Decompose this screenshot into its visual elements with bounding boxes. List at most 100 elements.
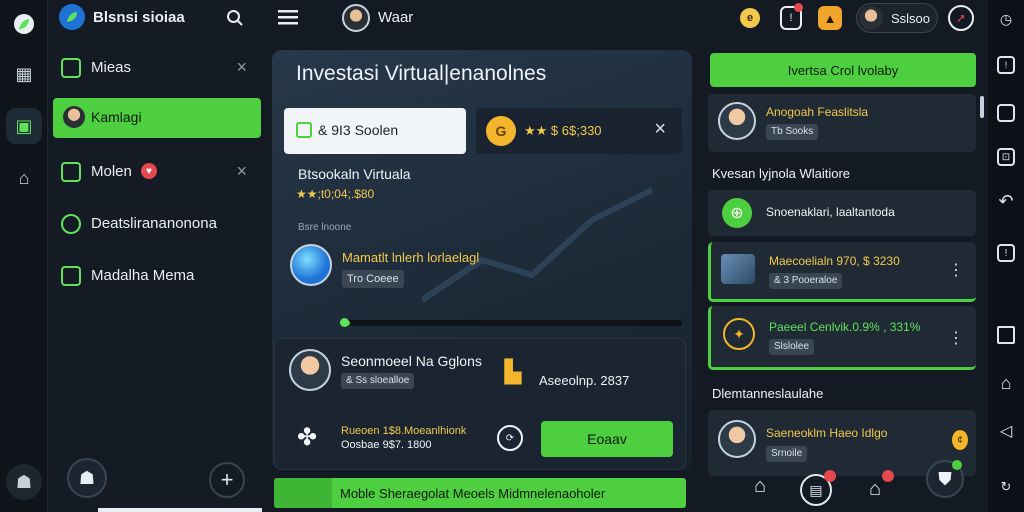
right-column: Ivertsa Crol lvolaby Anogoah Feaslitsla …: [708, 50, 984, 512]
progress-handle[interactable]: [340, 318, 349, 327]
square-icon[interactable]: [997, 104, 1015, 122]
avatar[interactable]: [342, 4, 370, 32]
leaf-icon: [290, 244, 332, 286]
reward-field[interactable]: G ★★ $ 6$;330 ×: [476, 108, 682, 154]
info-icon[interactable]: !: [997, 244, 1015, 262]
search-value: & 9I3 Soolen: [318, 122, 399, 138]
leaf-icon[interactable]: [6, 6, 42, 42]
footer-bar[interactable]: Moble Sheraegolat Meoels Midmnelenaohole…: [274, 478, 686, 508]
list-item-chip: Tb Sooks: [766, 124, 819, 140]
reward-icon[interactable]: ▲: [818, 6, 842, 30]
sidebar-item-deatsli[interactable]: Deatslirananonona: [53, 204, 261, 244]
sidebar-item-label: Madalha Mema: [91, 267, 195, 284]
add-circle-icon: ⊕: [722, 198, 752, 228]
sidebar-item-label: Deatslirananonona: [91, 215, 217, 232]
progress-track: [340, 318, 682, 327]
timer-icon: ⟳: [497, 425, 523, 451]
offer-panel: Seonmoeel Na Gglons & Ss sloealloe ▙ Ase…: [274, 338, 686, 470]
menu-icon[interactable]: [276, 6, 300, 28]
thumbnail-image: [721, 254, 755, 284]
page-title: Investasi Virtual|enanolnes: [296, 62, 547, 85]
house-icon[interactable]: ⌂: [744, 470, 776, 502]
app-logo-icon: [59, 4, 85, 30]
notification-badge: [882, 470, 894, 482]
right-scrollbar[interactable]: [980, 96, 984, 118]
balance-pill[interactable]: Sslsoo: [856, 3, 938, 33]
face-icon[interactable]: ▦: [6, 56, 42, 92]
list-item[interactable]: ✦ Paeeel Cenlvik.0.9% , 331% Slslolee ⋮: [708, 306, 976, 370]
left-rail: ▦ ▣ ⌂ ☗: [0, 0, 48, 512]
offer-action-button[interactable]: Eoaav: [541, 421, 673, 457]
sidebar-item-kamlagi[interactable]: Kamlagi: [53, 98, 261, 138]
sidebar-item-label: Molen: [91, 163, 132, 180]
system-bar: ◷ ! ⊡ ↶ ! ⌂ ◁ ↻: [988, 0, 1024, 512]
list-item-title: Anogoah Feaslitsla: [766, 105, 869, 119]
header-user-label: Waar: [378, 9, 414, 26]
search-icon[interactable]: [223, 6, 247, 30]
wallet-icon: [61, 162, 81, 182]
rotate-icon[interactable]: ↻: [997, 478, 1015, 496]
list-item-chip: & 3 Pooeraloe: [769, 273, 843, 289]
nav-back-icon[interactable]: ◁: [997, 422, 1015, 440]
notification-badge: [824, 470, 836, 482]
more-icon[interactable]: ⋮: [948, 328, 964, 348]
add-icon[interactable]: +: [209, 462, 245, 498]
profile-name: Seonmoeel Na Gglons: [341, 353, 482, 369]
sidebar: Blsnsi sioiaa Mieas × Kamlagi Molen ♥ × …: [49, 0, 262, 512]
avatar: [63, 106, 85, 128]
offer-action-button-label: Eoaav: [587, 431, 627, 447]
list-item-title: Maecoelialn 970, $ 3230: [769, 254, 900, 268]
footer-accent: [274, 478, 332, 508]
section-title: Btsookaln Virtuala: [298, 166, 411, 182]
coin-icon[interactable]: e: [740, 8, 760, 28]
status-badge: [952, 460, 962, 470]
house-icon[interactable]: ⌂: [6, 160, 42, 196]
rating-text: ★★;t0;04;.$80: [296, 187, 375, 201]
profile-shield-icon[interactable]: ☗: [67, 458, 107, 498]
sidebar-item-madalha[interactable]: Madalha Mema: [53, 256, 261, 296]
sidebar-item-label: Mieas: [91, 59, 132, 76]
recents-icon[interactable]: [997, 326, 1015, 344]
avatar: [859, 6, 883, 30]
section-heading: Kvesan lyjnola Wlaitiore: [712, 166, 851, 181]
balance-label: Sslsoo: [891, 11, 931, 26]
audio-icon[interactable]: ◷: [997, 10, 1015, 28]
game-icon[interactable]: ☗: [6, 464, 42, 500]
back-icon[interactable]: ↶: [997, 191, 1015, 211]
list-item-title: Paeeel Cenlvik.0.9% , 331%: [769, 320, 921, 334]
more-icon[interactable]: ⋮: [948, 260, 964, 280]
home-icon[interactable]: ⌂: [997, 373, 1015, 393]
puzzle-icon: ✤: [296, 423, 318, 451]
sidebar-item-mieas[interactable]: Mieas ×: [53, 48, 261, 88]
gold-bars-icon: ▙: [504, 359, 522, 384]
close-icon[interactable]: ×: [236, 57, 247, 78]
wallet-icon: [61, 266, 81, 286]
avatar: [718, 102, 756, 140]
offer-line-2: Oosbae 9$7. 1800: [341, 439, 432, 451]
close-icon[interactable]: ×: [654, 118, 666, 141]
alert-badge: ♥: [141, 163, 157, 179]
list-item[interactable]: Anogoah Feaslitsla Tb Sooks: [708, 94, 976, 152]
window-icon[interactable]: !: [997, 56, 1015, 74]
notification-badge: [794, 3, 803, 12]
search-field[interactable]: & 9I3 Soolen: [284, 108, 466, 154]
small-label: Bsre lnoone: [298, 222, 352, 233]
sidebar-item-molen[interactable]: Molen ♥ ×: [53, 152, 261, 192]
list-item[interactable]: Maecoelialn 970, $ 3230 & 3 Pooeraloe ⋮: [708, 242, 976, 302]
star-icon: ✦: [723, 318, 755, 350]
compass-icon[interactable]: ➚: [948, 5, 974, 31]
home-icon[interactable]: ▣: [6, 108, 42, 144]
offer-line-1: Rueoen 1$8.Moeanlhionk: [341, 425, 467, 437]
avatar: [718, 420, 756, 458]
coin-icon: ¢: [952, 430, 968, 450]
scrollbar[interactable]: [98, 508, 262, 512]
close-icon[interactable]: ×: [236, 161, 247, 182]
cta-label: Ivertsa Crol lvolaby: [787, 62, 899, 78]
profile-amount-text: Aseeolnp. 2837: [539, 373, 630, 388]
screenshot-icon[interactable]: ⊡: [997, 148, 1015, 166]
list-item[interactable]: ⊕ Snoenaklari, laaltantoda: [708, 190, 976, 236]
profile-chip: & Ss sloealloe: [341, 373, 415, 389]
cta-button[interactable]: Ivertsa Crol lvolaby: [710, 53, 976, 87]
list-item-title: Snoenaklari, laaltantoda: [766, 205, 895, 219]
footer-text: Moble Sheraegolat Meoels Midmnelenaohole…: [340, 486, 606, 501]
